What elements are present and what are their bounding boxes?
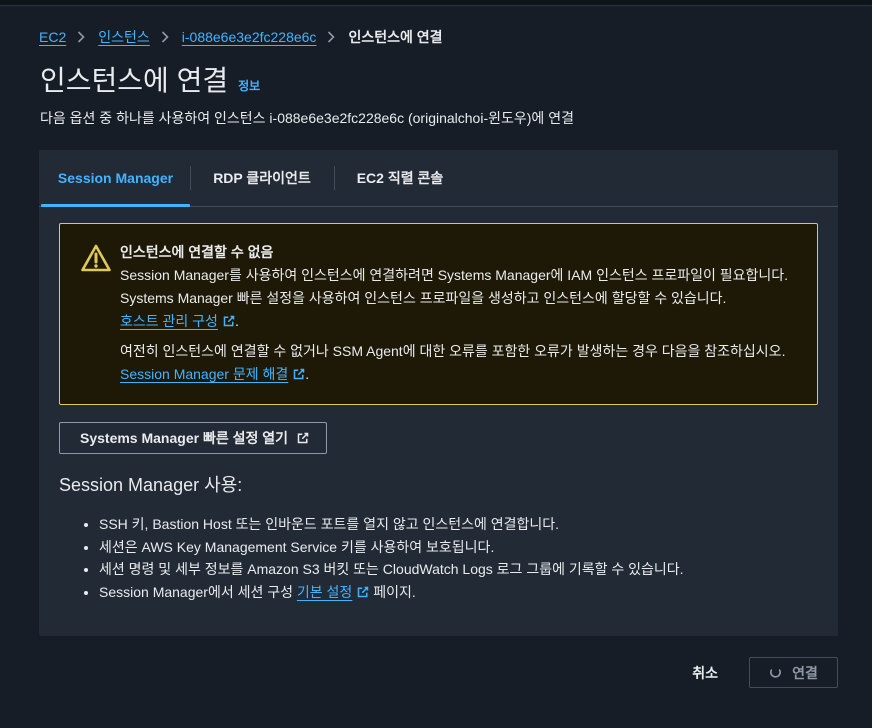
breadcrumb-instances-link[interactable]: 인스턴스 bbox=[98, 27, 150, 47]
link-text: 기본 설정 bbox=[296, 583, 353, 600]
alert-troubleshoot-text: 여전히 인스턴스에 연결할 수 없거나 SSM Agent에 대한 오류를 포함… bbox=[120, 343, 786, 359]
breadcrumb-instance-id-link[interactable]: i-088e6e3e2fc228e6c bbox=[182, 27, 317, 47]
cancel-button[interactable]: 취소 bbox=[672, 657, 738, 688]
tab-label: RDP 클라이언트 bbox=[213, 170, 311, 186]
tab-list: Session Manager RDP 클라이언트 EC2 직렬 콘솔 bbox=[39, 150, 838, 207]
link-text: Session Manager 문제 해결 bbox=[120, 366, 289, 382]
button-label: Systems Manager 빠른 설정 열기 bbox=[80, 430, 289, 446]
chevron-right-icon bbox=[77, 31, 85, 43]
form-actions: 취소 연결 bbox=[672, 657, 838, 688]
page-title: 인스턴스에 연결 bbox=[40, 65, 229, 96]
breadcrumb-ec2-link[interactable]: EC2 bbox=[39, 27, 66, 47]
external-link-icon bbox=[357, 586, 369, 598]
chevron-right-icon bbox=[161, 31, 169, 43]
host-management-config-link[interactable]: 호스트 관리 구성 bbox=[120, 313, 235, 329]
alert-message: Session Manager를 사용하여 인스턴스에 연결하려면 System… bbox=[120, 267, 789, 306]
external-link-icon bbox=[223, 315, 235, 327]
spinner-icon bbox=[769, 666, 782, 679]
link-text: 호스트 관리 구성 bbox=[120, 313, 218, 329]
external-link-icon bbox=[297, 432, 309, 444]
punctuation: . bbox=[234, 313, 239, 329]
session-manager-heading: Session Manager 사용: bbox=[59, 475, 243, 495]
punctuation: . bbox=[305, 366, 310, 382]
tab-divider bbox=[190, 166, 191, 190]
list-item-text: 페이지. bbox=[369, 583, 416, 600]
info-link[interactable]: 정보 bbox=[238, 78, 260, 94]
tab-label: Session Manager bbox=[57, 170, 174, 186]
page-description: 다음 옵션 중 하나를 사용하여 인스턴스 i-088e6e3e2fc228e6… bbox=[40, 110, 574, 126]
connect-options-container: Session Manager RDP 클라이언트 EC2 직렬 콘솔 인스턴스… bbox=[39, 150, 838, 636]
preferences-link[interactable]: 기본 설정 bbox=[297, 584, 369, 600]
warning-alert: 인스턴스에 연결할 수 없음 Session Manager를 사용하여 인스턴… bbox=[59, 223, 818, 405]
list-item-text: Session Manager에서 세션 구성 bbox=[99, 583, 297, 600]
session-manager-benefits-list: SSH 키, Bastion Host 또는 인바운드 포트를 열지 않고 인스… bbox=[59, 513, 818, 603]
external-link-icon bbox=[293, 368, 305, 380]
session-manager-troubleshoot-link[interactable]: Session Manager 문제 해결 bbox=[120, 366, 305, 382]
tab-panel-session-manager: 인스턴스에 연결할 수 없음 Session Manager를 사용하여 인스턴… bbox=[39, 207, 838, 603]
list-item: 세션 명령 및 세부 정보를 Amazon S3 버킷 또는 CloudWatc… bbox=[99, 558, 818, 581]
button-label: 연결 bbox=[792, 664, 818, 681]
alert-link-line: 호스트 관리 구성. bbox=[120, 310, 799, 333]
list-item: 세션은 AWS Key Management Service 키를 사용하여 보… bbox=[99, 536, 818, 559]
alert-content: 인스턴스에 연결할 수 없음 Session Manager를 사용하여 인스턴… bbox=[120, 241, 799, 386]
open-quick-setup-button[interactable]: Systems Manager 빠른 설정 열기 bbox=[59, 422, 328, 454]
tab-divider bbox=[334, 166, 335, 190]
list-item: SSH 키, Bastion Host 또는 인바운드 포트를 열지 않고 인스… bbox=[99, 513, 818, 536]
chevron-right-icon bbox=[327, 31, 336, 43]
breadcrumb: EC2 인스턴스 i-088e6e3e2fc228e6c 인스턴스에 연결 bbox=[39, 27, 443, 47]
connect-button[interactable]: 연결 bbox=[749, 657, 838, 688]
tab-label: EC2 직렬 콘솔 bbox=[356, 170, 444, 186]
tab-ec2-serial-console[interactable]: EC2 직렬 콘솔 bbox=[334, 150, 466, 206]
alert-title: 인스턴스에 연결할 수 없음 bbox=[120, 244, 274, 260]
top-edge bbox=[0, 0, 872, 6]
warning-icon bbox=[80, 243, 112, 273]
list-item: Session Manager에서 세션 구성 기본 설정 페이지. bbox=[99, 581, 818, 604]
page-header: 인스턴스에 연결 정보 bbox=[40, 62, 260, 100]
tab-rdp-client[interactable]: RDP 클라이언트 bbox=[190, 150, 334, 206]
breadcrumb-current-page: 인스턴스에 연결 bbox=[348, 29, 443, 45]
alert-troubleshoot-message: 여전히 인스턴스에 연결할 수 없거나 SSM Agent에 대한 오류를 포함… bbox=[120, 340, 799, 386]
tab-session-manager[interactable]: Session Manager bbox=[41, 150, 190, 207]
quick-setup-action: Systems Manager 빠른 설정 열기 bbox=[59, 422, 818, 454]
